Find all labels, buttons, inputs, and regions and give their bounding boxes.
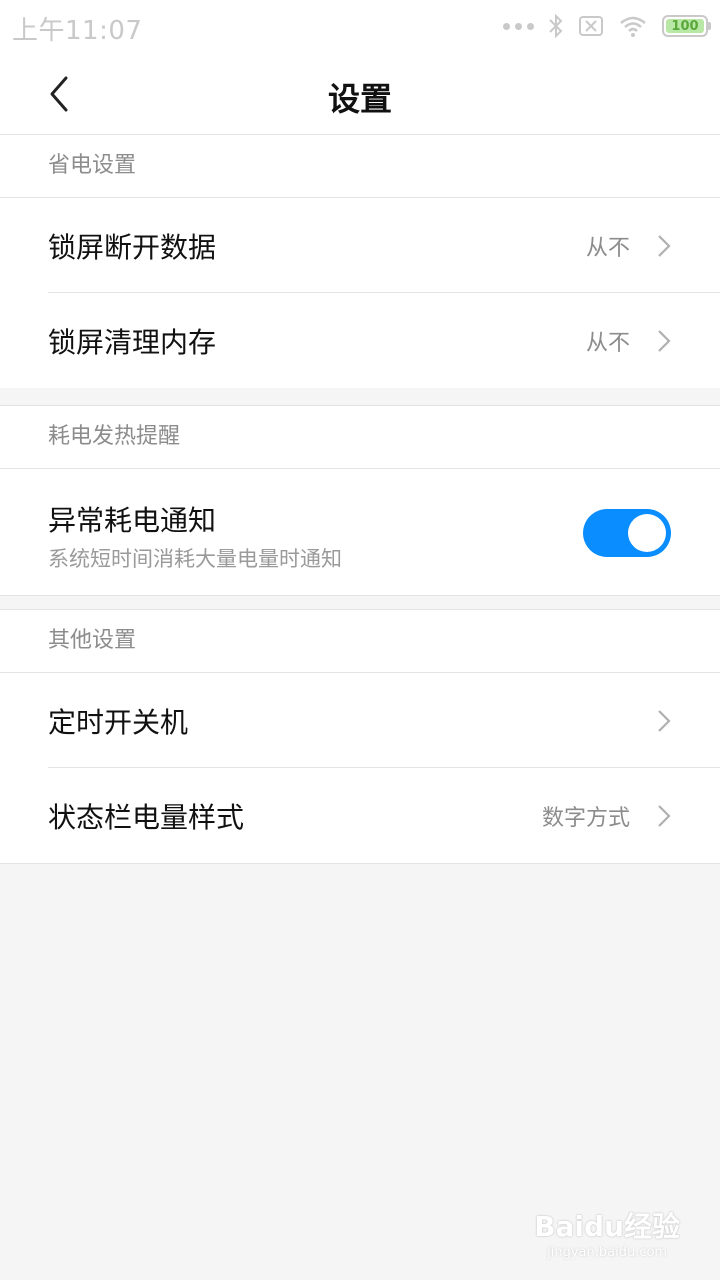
setting-row-scheduled-power[interactable]: 定时开关机 (0, 673, 720, 768)
setting-row-lock-disconnect-data[interactable]: 锁屏断开数据 从不 (0, 198, 720, 293)
watermark-brand: Baidu经验 (534, 1210, 680, 1243)
setting-row-lock-clear-memory[interactable]: 锁屏清理内存 从不 (0, 293, 720, 388)
row-label: 锁屏断开数据 (48, 230, 217, 264)
section-power-saving: 省电设置 锁屏断开数据 从不 锁屏清理内存 从不 (0, 135, 720, 388)
toggle-knob (628, 514, 666, 552)
baidu-watermark: Baidu经验 jingyan.baidu.com (534, 1205, 680, 1260)
chevron-right-icon (658, 329, 671, 352)
chevron-right-icon (658, 709, 671, 732)
section-power-heat-alert: 耗电发热提醒 异常耗电通知 系统短时间消耗大量电量时通知 (0, 405, 720, 596)
setting-row-abnormal-power-notify: 异常耗电通知 系统短时间消耗大量电量时通知 (0, 469, 720, 595)
chevron-right-icon (658, 234, 671, 257)
row-value: 从不 (585, 330, 630, 356)
sim-off-icon (579, 16, 603, 36)
row-label: 异常耗电通知 (48, 504, 217, 537)
bluetooth-icon (549, 13, 563, 39)
battery-level: 100 (671, 18, 699, 34)
section-other-settings: 其他设置 定时开关机 状态栏电量样式 数字方式 (0, 609, 720, 864)
row-value: 从不 (585, 235, 630, 261)
row-value: 数字方式 (541, 805, 630, 831)
watermark-url: jingyan.baidu.com (547, 1245, 668, 1260)
section-title: 省电设置 (0, 135, 720, 198)
title-bar: 设置 (0, 52, 720, 135)
setting-row-battery-style[interactable]: 状态栏电量样式 数字方式 (0, 768, 720, 863)
more-dots-icon (503, 22, 534, 30)
status-bar: 上午11:07 100 (0, 0, 720, 52)
page-title: 设置 (327, 80, 392, 118)
status-icons: 100 (503, 12, 711, 40)
section-title: 其他设置 (0, 610, 720, 673)
battery-icon: 100 (662, 15, 711, 37)
chevron-right-icon (658, 804, 671, 827)
row-label: 状态栏电量样式 (48, 800, 245, 834)
abnormal-power-toggle[interactable] (583, 509, 671, 557)
row-label: 定时开关机 (48, 705, 189, 739)
row-label: 锁屏清理内存 (48, 325, 217, 359)
section-title: 耗电发热提醒 (0, 406, 720, 469)
wifi-icon (620, 16, 646, 37)
status-time: 上午11:07 (12, 16, 143, 46)
row-subtitle: 系统短时间消耗大量电量时通知 (48, 547, 342, 571)
